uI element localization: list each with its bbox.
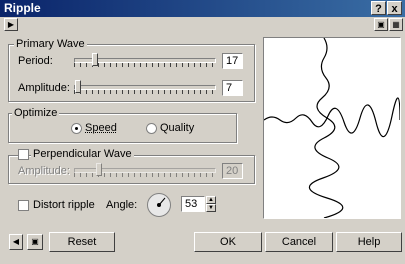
period-slider-thumb[interactable] bbox=[92, 53, 98, 66]
preview-toolbar: ▶ ▣ ▦ bbox=[0, 17, 405, 33]
primary-wave-label: Primary Wave bbox=[14, 38, 87, 50]
angle-spin-down[interactable]: ▼ bbox=[206, 204, 216, 212]
preview-dual-button[interactable]: ▦ bbox=[389, 18, 403, 31]
perp-amplitude-slider[interactable] bbox=[74, 163, 216, 177]
reset-button[interactable]: Reset bbox=[49, 232, 115, 252]
ripple-preview-image bbox=[264, 38, 400, 218]
preview-single-button[interactable]: ▣ bbox=[374, 18, 388, 31]
perpendicular-wave-checkbox[interactable] bbox=[18, 149, 29, 160]
speed-radio[interactable] bbox=[71, 123, 82, 134]
distort-ripple-checkbox[interactable] bbox=[18, 200, 29, 211]
distort-ripple-label[interactable]: Distort ripple bbox=[33, 199, 95, 211]
perp-amplitude-input[interactable]: 20 bbox=[222, 163, 243, 179]
dual-pane-icon: ▦ bbox=[392, 20, 400, 29]
title-bar: Ripple ? x bbox=[0, 0, 405, 17]
ripple-preview bbox=[263, 37, 401, 219]
angle-label: Angle: bbox=[106, 199, 138, 211]
ok-button[interactable]: OK bbox=[194, 232, 262, 252]
expand-arrow-button[interactable]: ▶ bbox=[4, 18, 18, 31]
perpendicular-wave-label[interactable]: Perpendicular Wave bbox=[31, 148, 134, 160]
perp-amplitude-label: Amplitude: bbox=[18, 165, 70, 177]
period-slider[interactable] bbox=[74, 53, 216, 67]
quality-label[interactable]: Quality bbox=[160, 122, 194, 134]
amplitude-slider[interactable] bbox=[74, 80, 216, 94]
optimize-label: Optimize bbox=[12, 107, 60, 119]
lock-button[interactable]: ▣ bbox=[27, 234, 43, 250]
lock-icon: ▣ bbox=[31, 237, 39, 246]
preview-toggle-button[interactable]: ◀ bbox=[9, 234, 23, 250]
close-title-button[interactable]: x bbox=[387, 1, 402, 15]
period-label: Period: bbox=[18, 55, 53, 67]
angle-spin-up[interactable]: ▲ bbox=[206, 196, 216, 204]
single-pane-icon: ▣ bbox=[377, 20, 385, 29]
amplitude-label: Amplitude: bbox=[18, 82, 70, 94]
perp-amplitude-slider-thumb[interactable] bbox=[96, 163, 102, 176]
speed-label[interactable]: Speed bbox=[85, 122, 117, 134]
amplitude-input[interactable]: 7 bbox=[222, 80, 243, 96]
help-button[interactable]: Help bbox=[336, 232, 402, 252]
amplitude-slider-thumb[interactable] bbox=[75, 80, 81, 93]
dial-needle-icon bbox=[157, 197, 166, 207]
play-arrow-icon: ▶ bbox=[7, 20, 15, 29]
period-input[interactable]: 17 bbox=[222, 53, 243, 69]
cancel-button[interactable]: Cancel bbox=[265, 232, 333, 252]
quality-radio[interactable] bbox=[146, 123, 157, 134]
help-title-button[interactable]: ? bbox=[371, 1, 386, 15]
window-title: Ripple bbox=[4, 1, 41, 15]
angle-input[interactable]: 53 bbox=[181, 196, 205, 212]
angle-dial[interactable] bbox=[147, 193, 171, 217]
left-arrow-icon: ◀ bbox=[12, 237, 20, 246]
